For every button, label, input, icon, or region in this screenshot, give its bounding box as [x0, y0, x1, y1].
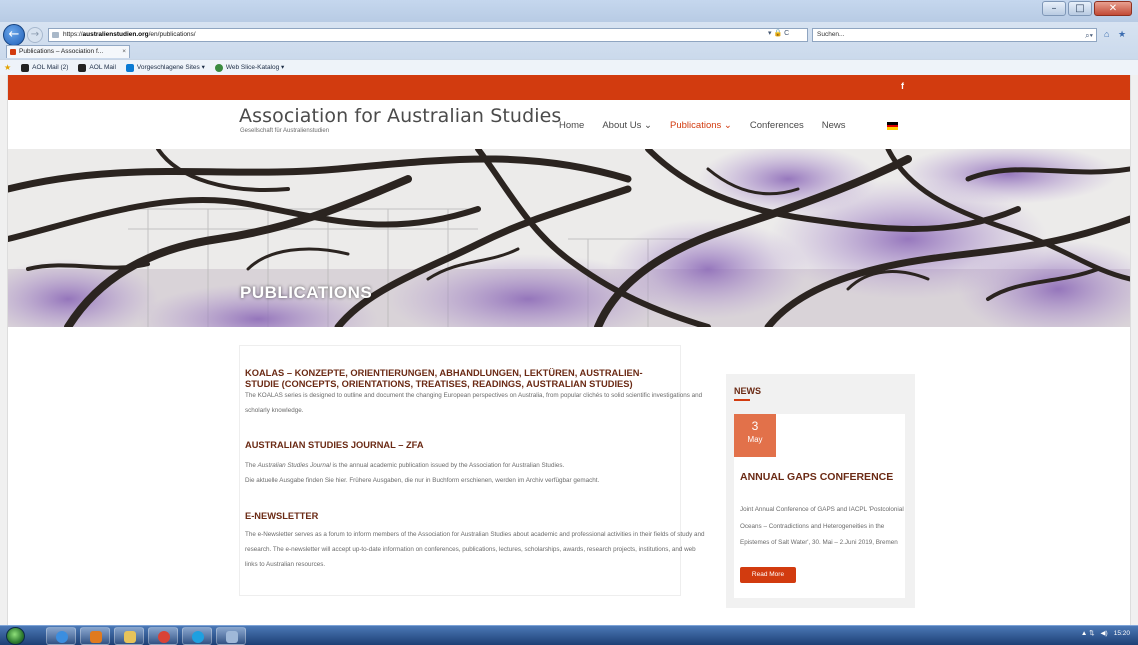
taskbar-explorer[interactable] — [114, 627, 144, 645]
hero-banner: PUBLICATIONS — [8, 149, 1130, 327]
news-title[interactable]: ANNUAL GAPS CONFERENCE — [740, 471, 900, 484]
media-player-icon — [90, 631, 102, 643]
system-tray: ▲ ⇅ ◀) 15:20 — [1081, 629, 1130, 638]
favorite-aol-mail[interactable]: AOL Mail — [78, 60, 116, 75]
back-button[interactable]: ← — [3, 24, 25, 46]
favorites-bar: ★ AOL Mail (2) AOL Mail Vorgeschlagene S… — [0, 59, 1138, 75]
aol-icon — [21, 63, 30, 72]
sidebar-title: NEWS — [734, 386, 761, 396]
favorite-web-slice-katalog[interactable]: Web Slice-Katalog ▾ — [214, 60, 284, 75]
search-placeholder: Suchen... — [817, 31, 845, 38]
clock[interactable]: 15:20 — [1114, 630, 1130, 637]
nav-conferences[interactable]: Conferences — [750, 120, 804, 131]
tray-volume-icon[interactable]: ◀) — [1101, 629, 1108, 637]
site-title[interactable]: Association for Australian Studies — [239, 105, 561, 127]
german-flag-icon[interactable] — [887, 122, 898, 130]
main-nav: Home About Us ⌄ Publications ⌄ Conferenc… — [559, 120, 864, 131]
journal-name: Australian Studies Journal — [257, 462, 331, 469]
search-icon[interactable]: ⌕▾ — [1085, 30, 1093, 42]
taskbar-skype[interactable] — [182, 627, 212, 645]
page-icon — [52, 32, 59, 38]
address-domain: australienstudien.org — [82, 31, 149, 38]
tab-title: Publications – Association f... — [19, 48, 104, 55]
news-card: 3 May ANNUAL GAPS CONFERENCE Joint Annua… — [734, 414, 905, 598]
date-badge: 3 May — [734, 414, 776, 457]
maximize-button[interactable]: □ — [1068, 1, 1092, 16]
jacaranda-tree-image — [8, 149, 1130, 327]
search-input[interactable]: Suchen... ⌕▾ — [812, 28, 1097, 42]
website: f Association for Australian Studies Ges… — [8, 75, 1130, 625]
taskbar-paint[interactable] — [216, 627, 246, 645]
ie-icon — [56, 631, 68, 643]
chrome-icon — [158, 631, 170, 643]
news-text: Joint Annual Conference of GAPS and IACP… — [740, 506, 904, 546]
paint-icon — [226, 631, 238, 643]
section-title-koalas[interactable]: KOALAS – KONZEPTE, ORIENTIERUNGEN, ABHAN… — [245, 368, 675, 390]
folder-icon — [124, 631, 136, 643]
home-icon[interactable]: ⌂ — [1104, 29, 1109, 39]
bing-icon — [125, 63, 134, 72]
favorite-aol-mail-2[interactable]: AOL Mail (2) — [21, 60, 68, 75]
page-left-edge — [0, 75, 8, 625]
favorites-star-icon[interactable]: ★ — [4, 60, 11, 75]
section-text-koalas: The KOALAS series is designed to outline… — [245, 392, 703, 414]
favorites-star-icon[interactable]: ★ — [1118, 29, 1126, 40]
favorite-vorgeschlagene-sites[interactable]: Vorgeschlagene Sites ▾ — [125, 60, 205, 75]
skype-icon — [192, 631, 204, 643]
taskbar-chrome[interactable] — [148, 627, 178, 645]
read-more-button[interactable]: Read More — [740, 567, 796, 583]
section-title-newsletter[interactable]: E-NEWSLETTER — [245, 511, 675, 522]
windows-taskbar: ▲ ⇅ ◀) 15:20 — [0, 625, 1138, 645]
address-path: /en/publications/ — [148, 31, 196, 38]
news-sidebar: NEWS 3 May ANNUAL GAPS CONFERENCE Joint … — [726, 374, 915, 608]
page-scrollbar[interactable] — [1130, 75, 1138, 625]
date-day: 3 — [751, 419, 759, 433]
start-button[interactable] — [6, 627, 25, 645]
section-text-journal: The Australian Studies Journal is the an… — [245, 462, 600, 484]
taskbar-media-player[interactable] — [80, 627, 110, 645]
site-topbar: f — [8, 75, 1130, 100]
section-title-journal[interactable]: AUSTRALIAN STUDIES JOURNAL – ZFA — [245, 440, 675, 451]
nav-news[interactable]: News — [822, 120, 846, 131]
sidebar-underline — [734, 399, 750, 401]
hero-title: PUBLICATIONS — [240, 283, 373, 302]
site-subtitle: Gesellschaft für Australienstudien — [240, 128, 330, 134]
tray-network-icon[interactable]: ▲ ⇅ — [1081, 629, 1095, 637]
publications-content: KOALAS – KONZEPTE, ORIENTIERUNGEN, ABHAN… — [239, 345, 705, 596]
window-controls: – □ ✕ — [1042, 1, 1132, 16]
address-tools[interactable]: ▾ 🔒 C — [768, 29, 789, 37]
address-url-prefix: https:// — [63, 31, 83, 38]
browser-chrome: – □ ✕ ← → https://australienstudien.org/… — [0, 0, 1138, 75]
address-bar[interactable]: https://australienstudien.org/en/publica… — [48, 28, 808, 42]
tab-favicon-icon — [10, 49, 16, 55]
minimize-button[interactable]: – — [1042, 1, 1066, 16]
nav-about-us[interactable]: About Us ⌄ — [602, 120, 652, 131]
close-window-button[interactable]: ✕ — [1094, 1, 1132, 16]
title-bar: – □ ✕ — [0, 0, 1138, 22]
journal-archive-text[interactable]: Die aktuelle Ausgabe finden Sie hier. Fr… — [245, 477, 599, 484]
section-text-newsletter: The e-Newsletter serves as a forum to in… — [245, 531, 705, 568]
tab-close-icon[interactable]: × — [122, 46, 126, 58]
web-slice-icon — [214, 63, 223, 72]
forward-button[interactable]: → — [27, 27, 43, 43]
tab-publications[interactable]: Publications – Association f... × — [6, 45, 130, 58]
nav-publications[interactable]: Publications ⌄ — [670, 120, 732, 131]
facebook-icon[interactable]: f — [901, 81, 904, 91]
aol-icon — [78, 63, 87, 72]
date-month: May — [747, 435, 763, 444]
nav-home[interactable]: Home — [559, 120, 584, 131]
taskbar-ie[interactable] — [46, 627, 76, 645]
